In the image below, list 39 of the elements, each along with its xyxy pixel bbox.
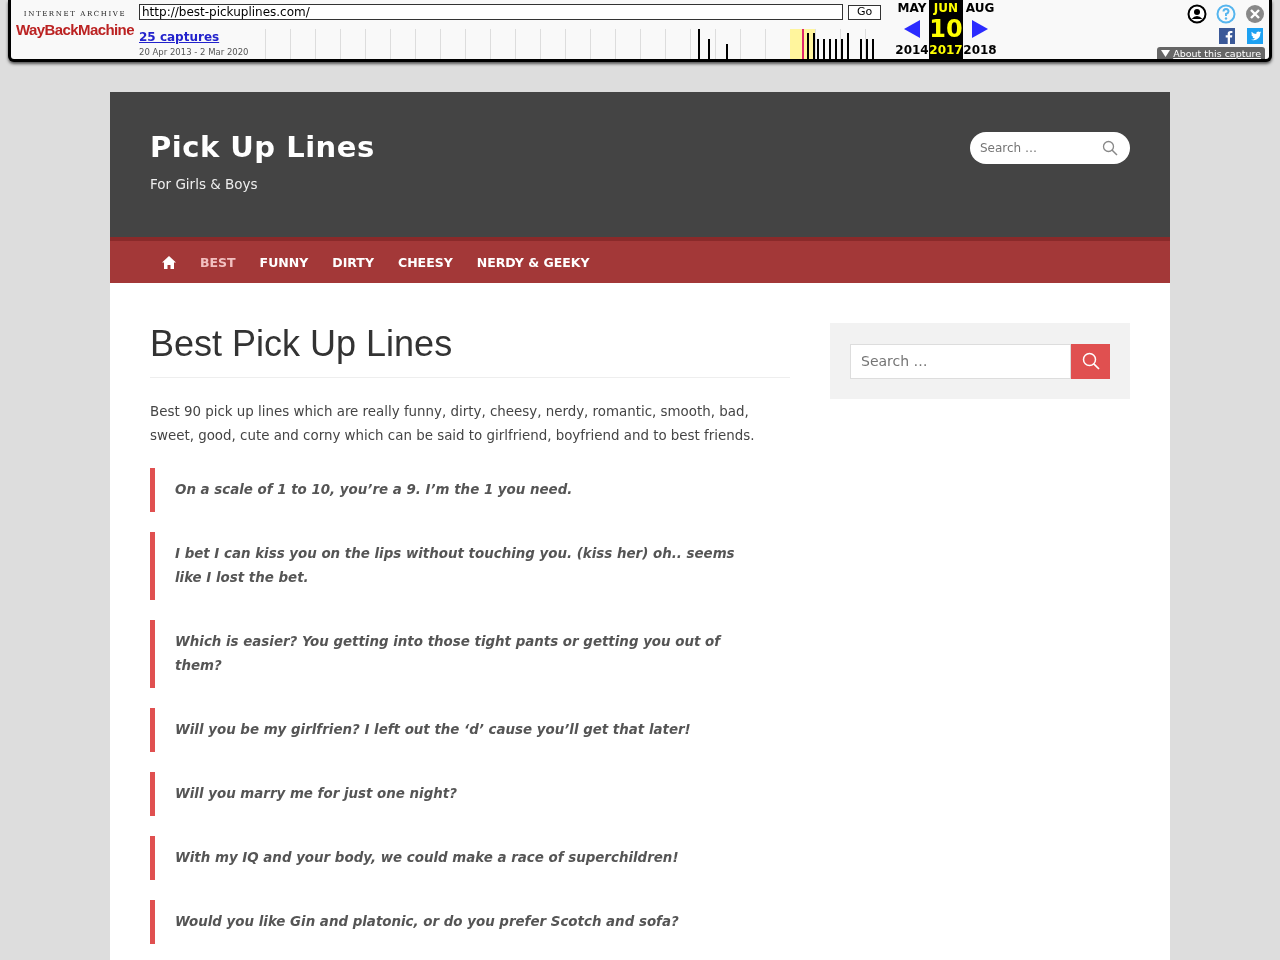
caret-icon [1161, 49, 1171, 57]
captures-link[interactable]: 25 captures [139, 29, 265, 45]
calendar-column[interactable]: JUN 10 2017 [929, 0, 963, 59]
search-button[interactable] [1071, 343, 1110, 379]
home-link[interactable] [162, 255, 176, 269]
pickup-line-quote: I bet I can kiss you on the lips without touching you. (kiss her) oh.. seems like I lost the bet. [150, 532, 790, 600]
wayback-logo[interactable]: WayBackMachine [16, 18, 134, 42]
calendar-column[interactable]: AUG 2018 [963, 0, 997, 59]
home-icon [162, 255, 176, 269]
nav-link[interactable]: FUNNY [259, 254, 309, 270]
pickup-line-quote: Will you marry me for just one night? [150, 772, 790, 816]
previous-arrow-icon[interactable] [904, 20, 920, 38]
nav-link[interactable]: CHEESY [397, 254, 453, 270]
date-range: 20 Apr 2013 - 2 Mar 2020 [139, 47, 250, 57]
go-button[interactable]: Go [848, 4, 882, 20]
site-tagline: For Girls & Boys [150, 176, 259, 192]
user-icon[interactable] [1187, 4, 1207, 24]
nav-link[interactable]: DIRTY [332, 254, 374, 270]
pickup-line-quote: Will you be my girlfrien? I left out the ‘d’ cause you’ll get that later! [150, 708, 790, 752]
close-icon[interactable] [1245, 4, 1265, 24]
pickup-line-quote: With my IQ and your body, we could make a race of superchildren! [150, 836, 790, 880]
about-capture-button[interactable]: About this capture [1157, 47, 1265, 59]
next-arrow-icon[interactable] [972, 20, 988, 38]
pickup-line-quote: Which is easier? You getting into those tight pants or getting you out of them? [150, 620, 790, 688]
intro-paragraph: Best 90 pick up lines which are really funny, dirty, cheesy, nerdy, romantic, smooth, bad, sweet, good, cute and corny which can be said to girlfriend, boyfriend and to best friends. [150, 403, 756, 445]
calendar-column[interactable]: MAY 2014 [895, 0, 929, 59]
site-title[interactable]: Pick Up Lines [150, 130, 375, 164]
search-icon [1081, 352, 1100, 370]
facebook-icon[interactable] [1219, 28, 1235, 44]
nav-link[interactable]: BEST [200, 254, 236, 270]
pickup-line-quote: On a scale of 1 to 10, you’re a 9. I’m the 1 you need. [150, 468, 790, 512]
article-title: Best Pick Up Lines [150, 323, 790, 378]
header-search-field[interactable]: Search … [970, 132, 1130, 164]
twitter-icon[interactable] [1247, 28, 1263, 44]
sidebar-search-field[interactable]: Search … [850, 343, 1071, 379]
url-field[interactable]: http://best-pickuplines.com/ [139, 4, 843, 20]
pickup-line-quote: Would you like Gin and platonic, or do you prefer Scotch and sofa? [150, 900, 790, 944]
nav-link[interactable]: NERDY & GEEKY [476, 254, 590, 270]
search-icon[interactable] [1102, 140, 1118, 156]
